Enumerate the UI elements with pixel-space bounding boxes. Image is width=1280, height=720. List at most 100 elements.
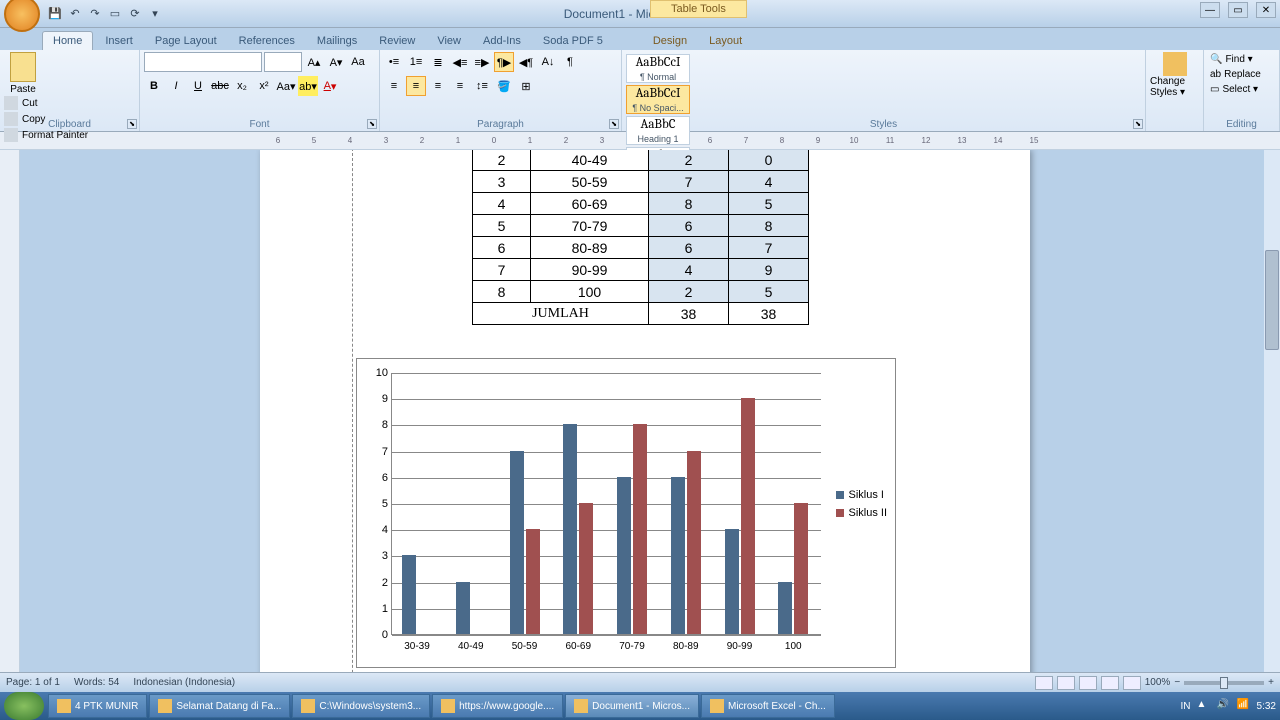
taskbar-item[interactable]: C:\Windows\system3...: [292, 694, 430, 718]
clear-formatting-button[interactable]: Aa: [348, 52, 368, 72]
outline-view-button[interactable]: [1101, 676, 1119, 690]
style---normal[interactable]: AaBbCcI¶ Normal: [626, 54, 690, 83]
table-row[interactable]: 240-4920: [473, 150, 809, 171]
underline-button[interactable]: U: [188, 76, 208, 96]
taskbar-item[interactable]: Document1 - Micros...: [565, 694, 699, 718]
line-spacing-button[interactable]: ↕≡: [472, 76, 492, 96]
sort-button[interactable]: A↓: [538, 52, 558, 72]
maximize-button[interactable]: ▭: [1228, 2, 1248, 18]
clipboard-dialog-launcher[interactable]: ⬊: [127, 119, 137, 129]
status-words[interactable]: Words: 54: [74, 677, 119, 688]
tray-clock[interactable]: 5:32: [1257, 701, 1276, 712]
superscript-button[interactable]: x²: [254, 76, 274, 96]
tray-flag-icon[interactable]: ▲: [1197, 699, 1211, 713]
refresh-icon[interactable]: ⟳: [126, 5, 144, 23]
office-button[interactable]: [4, 0, 40, 32]
tab-layout[interactable]: Layout: [699, 32, 752, 50]
replace-button[interactable]: abReplace: [1208, 67, 1275, 82]
tab-page-layout[interactable]: Page Layout: [145, 32, 227, 50]
tab-mailings[interactable]: Mailings: [307, 32, 367, 50]
change-styles-button[interactable]: Change Styles ▾: [1150, 52, 1200, 98]
tab-home[interactable]: Home: [42, 31, 93, 50]
start-button[interactable]: [4, 692, 44, 720]
draft-view-button[interactable]: [1123, 676, 1141, 690]
table-row[interactable]: 460-6985: [473, 193, 809, 215]
align-right-button[interactable]: ≡: [428, 76, 448, 96]
tab-review[interactable]: Review: [369, 32, 425, 50]
shrink-font-button[interactable]: A▾: [326, 52, 346, 72]
borders-button[interactable]: ⊞: [516, 76, 536, 96]
highlight-button[interactable]: ab▾: [298, 76, 318, 96]
tab-soda-pdf[interactable]: Soda PDF 5: [533, 32, 613, 50]
tab-view[interactable]: View: [427, 32, 471, 50]
tray-volume-icon[interactable]: 🔊: [1217, 699, 1231, 713]
table-row[interactable]: 350-5974: [473, 171, 809, 193]
style---no-spaci---[interactable]: AaBbCcI¶ No Spaci...: [626, 85, 690, 114]
zoom-slider-thumb[interactable]: [1220, 677, 1228, 689]
table-row[interactable]: 790-9949: [473, 259, 809, 281]
tab-insert[interactable]: Insert: [95, 32, 143, 50]
save-icon[interactable]: 💾: [46, 5, 64, 23]
find-button[interactable]: 🔍Find ▾: [1208, 52, 1275, 67]
grow-font-button[interactable]: A▴: [304, 52, 324, 72]
shading-button[interactable]: 🪣: [494, 76, 514, 96]
table-total-row[interactable]: JUMLAH3838: [473, 303, 809, 325]
font-size-combo[interactable]: [264, 52, 302, 72]
paragraph-dialog-launcher[interactable]: ⬊: [609, 119, 619, 129]
tab-design[interactable]: Design: [643, 32, 697, 50]
close-button[interactable]: ✕: [1256, 2, 1276, 18]
taskbar-item[interactable]: 4 PTK MUNIR: [48, 694, 147, 718]
styles-dialog-launcher[interactable]: ⬊: [1133, 119, 1143, 129]
vertical-ruler[interactable]: [0, 150, 20, 690]
font-color-button[interactable]: A▾: [320, 76, 340, 96]
table-row[interactable]: 570-7968: [473, 215, 809, 237]
zoom-out-button[interactable]: −: [1174, 677, 1180, 688]
tab-addins[interactable]: Add-Ins: [473, 32, 531, 50]
bullets-button[interactable]: •≡: [384, 52, 404, 72]
table-row[interactable]: 810025: [473, 281, 809, 303]
numbering-button[interactable]: 1≡: [406, 52, 426, 72]
tab-references[interactable]: References: [229, 32, 305, 50]
decrease-indent-button[interactable]: ◀≡: [450, 52, 470, 72]
italic-button[interactable]: I: [166, 76, 186, 96]
zoom-in-button[interactable]: +: [1268, 677, 1274, 688]
change-case-button[interactable]: Aa▾: [276, 76, 296, 96]
multilevel-list-button[interactable]: ≣: [428, 52, 448, 72]
zoom-slider[interactable]: [1184, 681, 1264, 685]
subscript-button[interactable]: x₂: [232, 76, 252, 96]
strikethrough-button[interactable]: abc: [210, 76, 230, 96]
redo-icon[interactable]: ↷: [86, 5, 104, 23]
scroll-thumb[interactable]: [1265, 250, 1279, 350]
taskbar-item[interactable]: Selamat Datang di Fa...: [149, 694, 290, 718]
font-dialog-launcher[interactable]: ⬊: [367, 119, 377, 129]
new-icon[interactable]: ▭: [106, 5, 124, 23]
align-center-button[interactable]: ≡: [406, 76, 426, 96]
vertical-scrollbar[interactable]: [1264, 150, 1280, 690]
cut-button[interactable]: Cut: [4, 95, 135, 111]
tray-network-icon[interactable]: 📶: [1237, 699, 1251, 713]
select-button[interactable]: ▭Select ▾: [1208, 82, 1275, 97]
qat-more-icon[interactable]: ▾: [146, 5, 164, 23]
data-table[interactable]: 240-4920350-5974460-6985570-7968680-8967…: [472, 150, 809, 325]
document-page[interactable]: 240-4920350-5974460-6985570-7968680-8967…: [260, 150, 1030, 690]
ltr-button[interactable]: ¶▶: [494, 52, 514, 72]
chart-object[interactable]: 01234567891030-3940-4950-5960-6970-7980-…: [356, 358, 896, 668]
undo-icon[interactable]: ↶: [66, 5, 84, 23]
increase-indent-button[interactable]: ≡▶: [472, 52, 492, 72]
full-screen-view-button[interactable]: [1057, 676, 1075, 690]
font-name-combo[interactable]: [144, 52, 262, 72]
show-marks-button[interactable]: ¶: [560, 52, 580, 72]
justify-button[interactable]: ≡: [450, 76, 470, 96]
status-page[interactable]: Page: 1 of 1: [6, 677, 60, 688]
status-language[interactable]: Indonesian (Indonesia): [133, 677, 235, 688]
minimize-button[interactable]: —: [1200, 2, 1220, 18]
rtl-button[interactable]: ◀¶: [516, 52, 536, 72]
bold-button[interactable]: B: [144, 76, 164, 96]
tray-language[interactable]: IN: [1181, 701, 1191, 712]
taskbar-item[interactable]: https://www.google....: [432, 694, 563, 718]
print-layout-view-button[interactable]: [1035, 676, 1053, 690]
zoom-level[interactable]: 100%: [1145, 677, 1171, 688]
taskbar-item[interactable]: Microsoft Excel - Ch...: [701, 694, 835, 718]
align-left-button[interactable]: ≡: [384, 76, 404, 96]
paste-button[interactable]: Paste: [4, 52, 42, 95]
